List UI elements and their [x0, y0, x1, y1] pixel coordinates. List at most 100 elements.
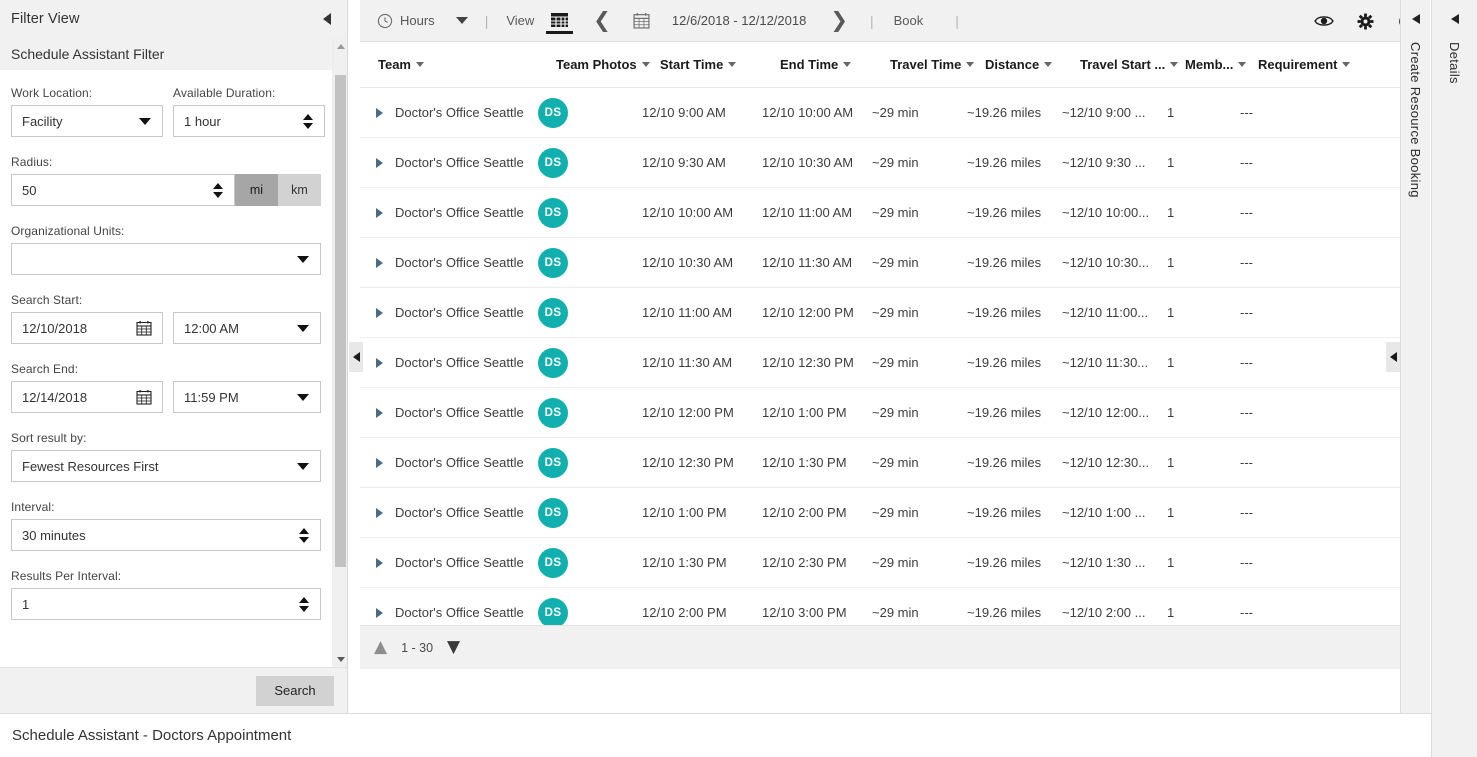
calendar-icon[interactable] [136, 320, 152, 336]
table-row[interactable]: Doctor's Office Seattle DS 12/10 10:00 AM 1… [360, 188, 1430, 238]
expand-row-icon[interactable] [376, 357, 383, 368]
details-label[interactable]: Details [1447, 42, 1462, 84]
interval-spinner[interactable] [299, 527, 309, 543]
interval-stepper[interactable]: 30 minutes [11, 519, 321, 551]
search-start-date-input[interactable]: 12/10/2018 [11, 312, 163, 344]
hours-dropdown-toggle[interactable] [442, 0, 475, 42]
search-end-date-input[interactable]: 12/14/2018 [11, 381, 163, 413]
column-header-distance[interactable]: Distance [985, 57, 1080, 72]
column-header-members[interactable]: Memb... [1185, 57, 1258, 72]
collapse-left-icon[interactable] [1450, 14, 1459, 24]
hours-unit-button[interactable]: Hours [370, 0, 442, 42]
duration-spinner[interactable] [303, 113, 313, 129]
table-row[interactable]: Doctor's Office Seattle DS 12/10 9:00 AM 12… [360, 88, 1430, 138]
book-button[interactable]: Book [884, 13, 932, 28]
column-header-start-time[interactable]: Start Time [660, 57, 780, 72]
column-header-end-time[interactable]: End Time [780, 57, 890, 72]
filter-panel-scrollbar[interactable] [332, 38, 347, 667]
chevron-down-icon[interactable] [297, 324, 309, 332]
table-row[interactable]: Doctor's Office Seattle DS 12/10 1:30 PM 12… [360, 538, 1430, 588]
avatar[interactable]: DS [538, 447, 568, 478]
chevron-down-icon[interactable] [139, 117, 151, 125]
search-end-date-value: 12/14/2018 [22, 389, 88, 405]
expand-row-icon[interactable] [376, 307, 383, 318]
expand-row-icon[interactable] [376, 207, 383, 218]
create-resource-booking-label[interactable]: Create Resource Booking [1408, 42, 1423, 198]
scroll-up-arrow[interactable] [333, 38, 347, 54]
work-location-select[interactable]: Facility [11, 105, 163, 137]
table-row[interactable]: Doctor's Office Seattle DS 12/10 12:00 PM 1… [360, 388, 1430, 438]
search-end-time-select[interactable]: 11:59 PM [173, 381, 321, 413]
sort-result-by-select[interactable]: Fewest Resources First [11, 450, 321, 482]
grid-collapse-right-handle[interactable] [1386, 342, 1400, 372]
chevron-down-icon[interactable] [297, 462, 309, 470]
column-header-team-photos[interactable]: Team Photos [556, 57, 660, 72]
schedule-assistant-filter-subheader: Schedule Assistant Filter [0, 38, 347, 70]
chevron-down-icon[interactable] [297, 255, 309, 263]
table-row[interactable]: Doctor's Office Seattle DS 12/10 12:30 PM 1… [360, 438, 1430, 488]
column-header-travel-time[interactable]: Travel Time [890, 57, 985, 72]
avatar[interactable]: DS [538, 297, 568, 328]
spinner-down-icon[interactable] [299, 605, 309, 612]
spinner-down-icon[interactable] [213, 191, 223, 198]
scroll-down-arrow[interactable] [333, 651, 347, 667]
collapse-left-icon[interactable] [323, 13, 331, 25]
radius-value: 50 [22, 182, 37, 198]
radius-spinner[interactable] [213, 182, 223, 198]
table-row[interactable]: Doctor's Office Seattle DS 12/10 9:30 AM 12… [360, 138, 1430, 188]
calendar-icon[interactable] [633, 12, 650, 29]
search-button[interactable]: Search [256, 675, 334, 706]
table-row[interactable]: Doctor's Office Seattle DS 12/10 10:30 AM 1… [360, 238, 1430, 288]
chevron-down-icon[interactable]: ▼ [447, 639, 460, 656]
column-header-team[interactable]: Team [378, 57, 556, 72]
expand-row-icon[interactable] [376, 507, 383, 518]
column-header-travel-start[interactable]: Travel Start ... [1080, 57, 1185, 72]
grid-view-button[interactable] [542, 0, 577, 42]
avatar[interactable]: DS [538, 147, 568, 178]
scrollbar-thumb[interactable] [335, 75, 346, 567]
avatar[interactable]: DS [538, 547, 568, 578]
expand-row-icon[interactable] [376, 557, 383, 568]
spinner-up-icon[interactable] [213, 182, 223, 189]
avatar[interactable]: DS [538, 497, 568, 528]
expand-row-icon[interactable] [376, 107, 383, 118]
spinner-up-icon[interactable] [299, 596, 309, 603]
spinner-down-icon[interactable] [303, 122, 313, 129]
unit-toggle-mi[interactable]: mi [235, 174, 278, 206]
unit-toggle-km[interactable]: km [278, 174, 321, 206]
avatar[interactable]: DS [538, 97, 568, 128]
expand-row-icon[interactable] [376, 457, 383, 468]
expand-row-icon[interactable] [376, 407, 383, 418]
search-start-time-select[interactable]: 12:00 AM [173, 312, 321, 344]
table-row[interactable]: Doctor's Office Seattle DS 12/10 11:00 AM 1… [360, 288, 1430, 338]
table-row[interactable]: Doctor's Office Seattle DS 12/10 1:00 PM 12… [360, 488, 1430, 538]
organizational-units-select[interactable] [11, 243, 321, 275]
calendar-icon[interactable] [136, 389, 152, 405]
avatar[interactable]: DS [538, 247, 568, 278]
chevron-up-icon[interactable]: ▲ [374, 639, 387, 656]
chevron-down-icon[interactable] [297, 393, 309, 401]
panel-collapse-left-handle[interactable] [349, 342, 363, 372]
avatar[interactable]: DS [538, 597, 568, 628]
gear-icon[interactable] [1356, 12, 1375, 31]
collapse-left-icon[interactable] [1411, 14, 1420, 24]
expand-row-icon[interactable] [376, 157, 383, 168]
spinner-up-icon[interactable] [299, 527, 309, 534]
eye-icon[interactable] [1314, 13, 1334, 29]
table-row[interactable]: Doctor's Office Seattle DS 12/10 11:30 AM 1… [360, 338, 1430, 388]
expand-row-icon[interactable] [376, 607, 383, 618]
chevron-left-icon[interactable]: ❮ [593, 10, 611, 31]
expand-row-icon[interactable] [376, 257, 383, 268]
available-duration-stepper[interactable]: 1 hour [173, 105, 325, 137]
spinner-down-icon[interactable] [299, 536, 309, 543]
avatar[interactable]: DS [538, 397, 568, 428]
results-per-interval-stepper[interactable]: 1 [11, 588, 321, 620]
avatar[interactable]: DS [538, 197, 568, 228]
results-per-interval-spinner[interactable] [299, 596, 309, 612]
column-header-requirement[interactable]: Requirement [1258, 57, 1373, 72]
radius-input[interactable]: 50 [11, 174, 235, 206]
date-range-label[interactable]: 12/6/2018 - 12/12/2018 [662, 13, 816, 28]
spinner-up-icon[interactable] [303, 113, 313, 120]
avatar[interactable]: DS [538, 347, 568, 378]
chevron-right-icon[interactable]: ❯ [830, 10, 848, 31]
